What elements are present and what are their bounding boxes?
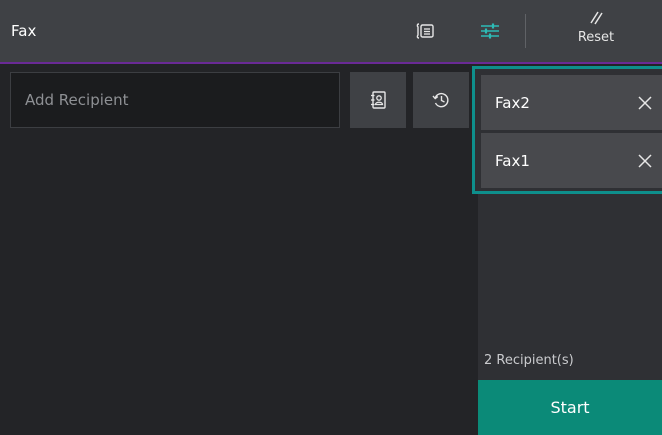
- reset-button[interactable]: Reset: [566, 10, 626, 56]
- recipient-item[interactable]: Fax2: [481, 75, 662, 130]
- address-book-icon: [371, 91, 386, 109]
- fax-screen: Fax Reset Add Recipient Fax2 Fax1 2 Reci…: [0, 0, 662, 435]
- accent-line: [0, 62, 662, 64]
- header-bar: Fax Reset: [0, 0, 662, 62]
- page-title: Fax: [11, 22, 37, 40]
- recipient-list: Fax2 Fax1: [472, 66, 662, 194]
- adjust-settings-button[interactable]: [468, 0, 512, 62]
- remove-recipient-button[interactable]: [625, 133, 662, 188]
- header-divider: [525, 14, 526, 48]
- remove-recipient-button[interactable]: [625, 75, 662, 130]
- adjust-sliders-icon: [481, 23, 499, 39]
- recipient-label: Fax1: [495, 151, 530, 170]
- address-book-button[interactable]: [350, 72, 406, 128]
- close-icon: [638, 95, 652, 110]
- reset-label: Reset: [577, 30, 615, 45]
- recipient-item[interactable]: Fax1: [481, 133, 662, 188]
- fax-machine-icon: [416, 23, 434, 39]
- history-button[interactable]: [413, 72, 469, 128]
- history-icon: [432, 92, 449, 108]
- recipient-label: Fax2: [495, 93, 530, 112]
- recipient-count: 2 Recipient(s): [484, 353, 574, 368]
- fax-settings-button[interactable]: [403, 0, 447, 62]
- reset-slash-icon: [590, 11, 603, 25]
- close-icon: [638, 153, 652, 168]
- start-button[interactable]: Start: [478, 380, 662, 435]
- add-recipient-input[interactable]: Add Recipient: [10, 72, 340, 128]
